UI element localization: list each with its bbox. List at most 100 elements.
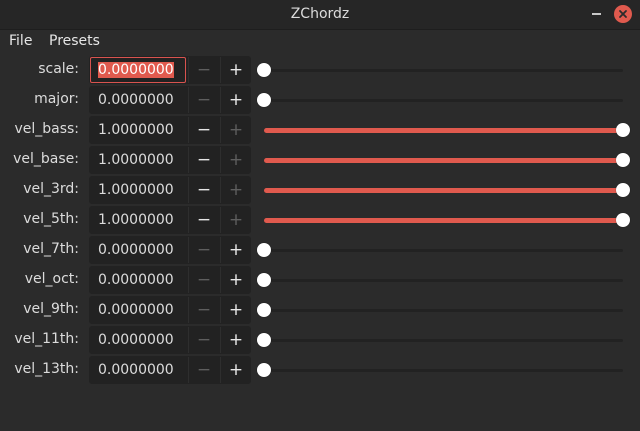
slider-handle[interactable] (257, 363, 271, 377)
slider-track (264, 339, 623, 342)
slider-track (264, 279, 623, 282)
slider-handle[interactable] (616, 213, 630, 227)
minus-icon[interactable]: − (188, 87, 219, 113)
slider-handle[interactable] (257, 273, 271, 287)
window-title: ZChordz (290, 6, 350, 22)
param-value-text: 0.0000000 (98, 92, 174, 108)
slider-track (264, 249, 623, 252)
menu-bar: File Presets (0, 30, 640, 54)
minus-icon[interactable]: − (188, 237, 219, 263)
param-label: vel_9th: (23, 301, 79, 317)
param-value-text: 0.0000000 (98, 332, 174, 348)
param-value-input[interactable]: 0.0000000 (90, 267, 186, 293)
param-slider[interactable] (257, 150, 630, 170)
param-spinbox: 0.0000000− + (89, 356, 251, 384)
minimize-icon[interactable] (587, 5, 605, 23)
plus-icon[interactable]: + (220, 177, 251, 203)
param-value-input[interactable]: 0.0000000 (90, 87, 186, 113)
param-label: vel_3rd: (23, 181, 79, 197)
param-value-text: 0.0000000 (98, 242, 174, 258)
slider-fill (264, 128, 623, 133)
plus-icon[interactable]: + (220, 147, 251, 173)
slider-handle[interactable] (257, 63, 271, 77)
param-spinbox: 0.0000000− + (89, 56, 251, 84)
param-value-text: 1.0000000 (98, 152, 174, 168)
param-slider[interactable] (257, 300, 630, 320)
param-value-input[interactable]: 1.0000000 (90, 177, 186, 203)
plus-icon[interactable]: + (220, 87, 251, 113)
plus-icon[interactable]: + (220, 267, 251, 293)
param-value-text: 1.0000000 (98, 122, 174, 138)
param-label: vel_5th: (23, 211, 79, 227)
slider-track (264, 309, 623, 312)
plus-icon[interactable]: + (220, 327, 251, 353)
slider-track (264, 99, 623, 102)
minus-icon[interactable]: − (188, 177, 219, 203)
param-value-text: 0.0000000 (98, 62, 174, 78)
param-value-text: 0.0000000 (98, 302, 174, 318)
param-row: vel_bass: 1.0000000− + (0, 115, 640, 144)
param-label: vel_bass: (14, 121, 79, 137)
param-value-input[interactable]: 1.0000000 (90, 147, 186, 173)
param-slider[interactable] (257, 270, 630, 290)
slider-fill (264, 188, 623, 193)
param-value-input[interactable]: 0.0000000 (90, 357, 186, 383)
param-slider[interactable] (257, 60, 630, 80)
param-label: major: (34, 91, 79, 107)
param-row: vel_9th: 0.0000000− + (0, 295, 640, 324)
param-spinbox: 1.0000000− + (89, 176, 251, 204)
param-spinbox: 1.0000000− + (89, 146, 251, 174)
slider-handle[interactable] (616, 183, 630, 197)
param-spinbox: 0.0000000− + (89, 266, 251, 294)
param-value-input[interactable]: 0.0000000 (90, 327, 186, 353)
param-value-input[interactable]: 0.0000000 (90, 297, 186, 323)
param-row: vel_5th: 1.0000000− + (0, 205, 640, 234)
slider-handle[interactable] (257, 303, 271, 317)
slider-handle[interactable] (257, 243, 271, 257)
param-value-text: 0.0000000 (98, 362, 174, 378)
param-slider[interactable] (257, 240, 630, 260)
param-value-input[interactable]: 1.0000000 (90, 207, 186, 233)
minus-icon[interactable]: − (188, 357, 219, 383)
plus-icon[interactable]: + (220, 207, 251, 233)
minus-icon[interactable]: − (188, 117, 219, 143)
minus-icon[interactable]: − (188, 267, 219, 293)
slider-handle[interactable] (616, 123, 630, 137)
param-slider[interactable] (257, 120, 630, 140)
plus-icon[interactable]: + (220, 117, 251, 143)
param-slider[interactable] (257, 360, 630, 380)
menu-presets[interactable]: Presets (49, 33, 100, 49)
param-label: vel_11th: (14, 331, 79, 347)
slider-track (264, 69, 623, 72)
param-slider[interactable] (257, 180, 630, 200)
param-slider[interactable] (257, 210, 630, 230)
minus-icon[interactable]: − (188, 207, 219, 233)
param-slider[interactable] (257, 330, 630, 350)
param-value-text: 1.0000000 (98, 212, 174, 228)
close-icon[interactable] (614, 5, 632, 23)
slider-handle[interactable] (257, 93, 271, 107)
plus-icon[interactable]: + (220, 357, 251, 383)
minus-icon[interactable]: − (188, 147, 219, 173)
param-value-text: 0.0000000 (98, 272, 174, 288)
param-value-input[interactable]: 0.0000000 (90, 57, 186, 83)
param-value-input[interactable]: 0.0000000 (90, 237, 186, 263)
slider-fill (264, 158, 623, 163)
plus-icon[interactable]: + (220, 57, 251, 83)
param-row: vel_oct: 0.0000000− + (0, 265, 640, 294)
param-value-input[interactable]: 1.0000000 (90, 117, 186, 143)
param-label: vel_7th: (23, 241, 79, 257)
plus-icon[interactable]: + (220, 237, 251, 263)
param-row: vel_base: 1.0000000− + (0, 145, 640, 174)
param-slider[interactable] (257, 90, 630, 110)
menu-file[interactable]: File (9, 33, 32, 49)
minus-icon[interactable]: − (188, 297, 219, 323)
slider-handle[interactable] (257, 333, 271, 347)
minus-icon[interactable]: − (188, 57, 219, 83)
param-row: vel_13th: 0.0000000− + (0, 355, 640, 384)
param-label: vel_13th: (14, 361, 79, 377)
minus-icon[interactable]: − (188, 327, 219, 353)
plus-icon[interactable]: + (220, 297, 251, 323)
slider-handle[interactable] (616, 153, 630, 167)
slider-fill (264, 218, 623, 223)
